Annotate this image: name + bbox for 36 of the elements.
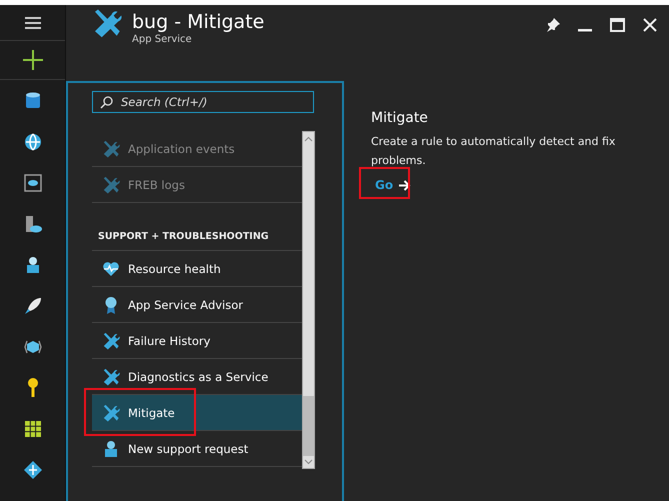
key-icon[interactable] (26, 378, 38, 398)
heart-icon (102, 260, 120, 276)
wrench-icon (102, 140, 120, 158)
description-text: Create a rule to automatically detect and fix problems. (371, 134, 616, 169)
go-link[interactable]: Go (371, 176, 416, 194)
globe-icon[interactable] (24, 132, 42, 150)
menu-item[interactable]: Mitigate (92, 395, 302, 431)
person-icon[interactable] (26, 256, 40, 274)
wrench-icon (92, 8, 122, 38)
wrench-icon (102, 332, 120, 350)
wrench-icon (102, 404, 120, 422)
ribbon-icon (104, 296, 118, 314)
menu-item[interactable]: New support request (92, 431, 302, 467)
blade-subtitle: App Service (132, 34, 193, 46)
section-title: Mitigate (371, 110, 429, 126)
person-icon (103, 440, 119, 458)
wrench-icon (102, 176, 120, 194)
grid-icon[interactable] (24, 420, 40, 436)
search-field[interactable]: Search (Ctrl+/) (92, 91, 314, 113)
scrollbar[interactable] (302, 131, 315, 469)
cloud-frame-icon[interactable] (24, 174, 42, 192)
pin-icon[interactable] (547, 18, 560, 32)
menu-item[interactable]: Failure History (92, 323, 302, 359)
blade-title: bug - Mitigate (132, 10, 264, 34)
maximize-icon[interactable] (610, 18, 625, 32)
diamond-icon[interactable] (24, 460, 42, 478)
scroll-thumb[interactable] (303, 396, 314, 456)
search-icon (100, 96, 113, 109)
close-icon[interactable] (643, 18, 657, 32)
menu-item[interactable]: App Service Advisor (92, 287, 302, 323)
menu-icon[interactable] (24, 16, 40, 28)
server-cloud-icon[interactable] (24, 214, 42, 232)
wrench-icon (102, 368, 120, 386)
database-icon[interactable] (24, 92, 40, 110)
plus-icon[interactable] (22, 50, 42, 70)
menu-item[interactable]: Resource health (92, 251, 302, 287)
